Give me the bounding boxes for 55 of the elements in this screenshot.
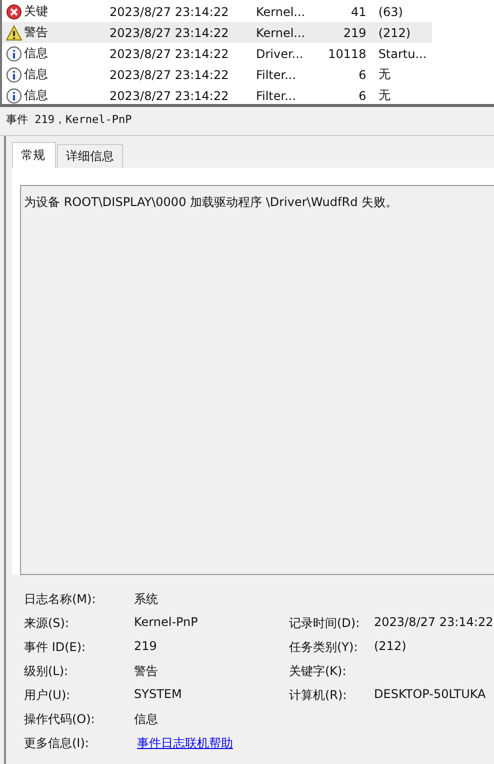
date-text: 2023/8/27 23:14:22 (110, 68, 230, 82)
field-label: 级别(L): (24, 663, 70, 680)
event-id-text: 10118 (327, 46, 368, 60)
task-category-text: (63) (378, 4, 404, 18)
field-label: 关键字(K): (289, 664, 346, 678)
date-text: 2023/8/27 23:14:22 (110, 26, 230, 40)
level-text: 信息 (24, 66, 48, 83)
tab[interactable]: 常规 (12, 142, 56, 168)
field-label: 操作代码(O): (24, 711, 96, 728)
task-category-text: (212) (378, 26, 412, 40)
event-row[interactable]: 信息 2023/8/27 23:14:22 Filter... 6 无 (2, 64, 432, 85)
task-category-text: 无 (378, 87, 392, 104)
source-text: Filter... (256, 88, 298, 102)
event-row[interactable]: 信息 2023/8/27 23:14:22 Filter... 6 无 (2, 85, 432, 106)
field-value: SYSTEM (134, 687, 182, 701)
field-label: 计算机(R): (289, 688, 347, 702)
field-value: (212) (374, 639, 406, 653)
source-text: Kernel... (256, 4, 306, 18)
date-text: 2023/8/27 23:14:22 (110, 46, 230, 60)
event-id-text: 6 (358, 68, 368, 82)
field-value: 219 (134, 639, 157, 653)
source-text: Filter... (256, 68, 298, 82)
field-label: 来源(S): (24, 615, 70, 632)
date-text: 2023/8/27 23:14:22 (110, 88, 230, 102)
task-category-text: 无 (378, 66, 392, 83)
help-link[interactable]: 事件日志联机帮助 (134, 736, 233, 750)
level-text: 信息 (24, 45, 48, 62)
event-id-text: 219 (342, 26, 368, 40)
field-value: 2023/8/27 23:14:22 (374, 615, 494, 629)
field-value: DESKTOP-50LTUKA (374, 687, 486, 701)
level-text: 信息 (24, 87, 48, 104)
field-label: 事件 ID(E): (24, 639, 87, 656)
field-value: 信息 (134, 712, 158, 726)
task-category-text: Startu... (378, 46, 428, 60)
tab[interactable]: 详细信息 (57, 144, 123, 168)
description-box: 为设备 ROOT\DISPLAY\0000 加载驱动程序 \Driver\WudfRd 失败。 (20, 185, 494, 575)
field-label: 记录时间(D): (289, 616, 360, 630)
field-label: 日志名称(M): (24, 591, 97, 608)
event-id-text: 6 (358, 88, 368, 102)
event-row[interactable]: 信息 2023/8/27 23:14:22 Driver... 10118 Startu... (2, 43, 432, 64)
event-id-text: 41 (350, 4, 368, 18)
event-row[interactable]: 警告 2023/8/27 23:14:22 Kernel... 219 (212) (2, 22, 432, 43)
level-text: 警告 (24, 24, 48, 41)
field-value: 警告 (134, 664, 158, 678)
field-label: 任务类别(Y): (289, 640, 358, 654)
event-row[interactable]: 关键 2023/8/27 23:14:22 Kernel... 41 (63) (2, 1, 432, 22)
field-label: 用户(U): (24, 687, 72, 704)
detail-title: 事件 219，Kernel-PnP (0, 107, 494, 136)
date-text: 2023/8/27 23:14:22 (110, 4, 230, 18)
source-text: Kernel... (256, 26, 306, 40)
field-value: 系统 (134, 592, 158, 606)
field-value: Kernel-PnP (134, 615, 198, 629)
field-label: 更多信息(I): (24, 735, 90, 752)
level-text: 关键 (24, 3, 48, 20)
source-text: Driver... (256, 46, 304, 60)
